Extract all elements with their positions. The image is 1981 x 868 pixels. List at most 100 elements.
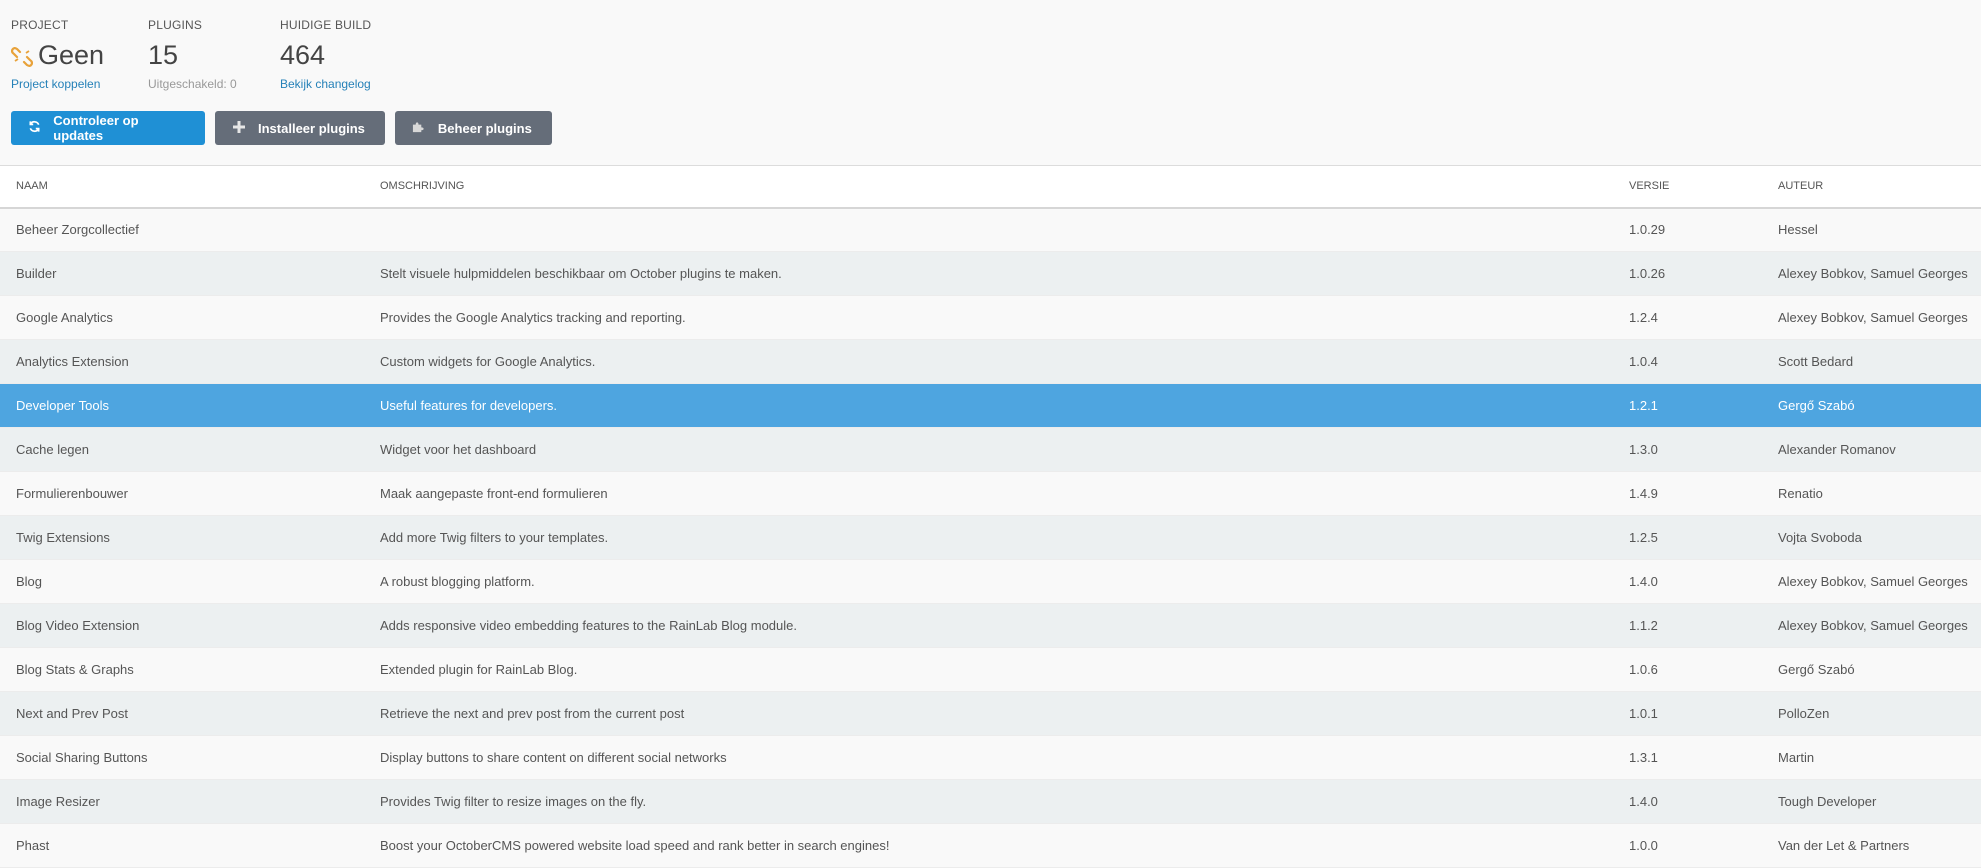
table-row[interactable]: Builder Stelt visuele hulpmiddelen beschi…: [0, 251, 1981, 296]
disabled-count: Uitgeschakeld: 0: [148, 77, 237, 91]
plugin-description-cell: Widget voor het dashboard: [380, 442, 537, 457]
plugin-version-cell: 1.0.29: [1629, 222, 1666, 238]
plugin-author-cell: Martin: [1778, 750, 1815, 765]
plugins-table: NAAM OMSCHRIJVING VERSIE AUTEUR Beheer Z…: [0, 165, 1981, 868]
plugin-author-cell: Alexey Bobkov, Samuel Georges: [1778, 266, 1968, 281]
unlink-icon: [10, 44, 34, 67]
plugin-version-cell: 1.1.2: [1629, 618, 1658, 633]
project-stat: PROJECT Geen Project koppelen: [10, 18, 105, 91]
project-value-wrap: Geen: [10, 40, 105, 70]
plugin-version-cell: 1.4.0: [1629, 574, 1658, 589]
plugin-name-cell: Phast: [16, 838, 50, 853]
puzzle-icon: [412, 120, 426, 136]
table-row[interactable]: Image Resizer Provides Twig filter to res…: [0, 779, 1981, 824]
install-plugins-button[interactable]: Installeer plugins: [215, 111, 385, 145]
table-row[interactable]: Analytics Extension Custom widgets for Go…: [0, 339, 1981, 384]
plugin-author-cell: Scott Bedard: [1778, 354, 1854, 369]
column-name-header[interactable]: NAAM: [0, 166, 379, 208]
plugin-author-cell: Gergő Szabó: [1778, 662, 1855, 677]
table-row[interactable]: Blog Stats & Graphs Extended plugin for R…: [0, 647, 1981, 692]
plugin-description-cell: Extended plugin for RainLab Blog.: [380, 662, 578, 677]
column-author-header[interactable]: AUTEUR: [1777, 166, 1981, 208]
table-row[interactable]: Developer Tools Useful features for devel…: [0, 383, 1981, 428]
plugin-author-cell: Renatio: [1778, 486, 1823, 501]
plugin-description-cell: Boost your OctoberCMS powered website lo…: [380, 838, 890, 853]
plugin-version-cell: 1.0.1: [1629, 706, 1658, 721]
plugin-name-cell: Google Analytics: [16, 310, 113, 325]
plugins-count: 15: [148, 40, 179, 70]
scoreboard: PROJECT Geen Project koppelen PLUGINS 15…: [0, 0, 1981, 165]
plugin-name-cell: Blog Video Extension: [16, 618, 140, 633]
plugin-version-cell: 1.0.0: [1629, 838, 1658, 853]
plugin-version-cell: 1.4.0: [1629, 794, 1658, 809]
check-updates-button[interactable]: Controleer op updates: [11, 111, 205, 145]
plugin-name-cell: Cache legen: [16, 442, 89, 457]
plugin-description-cell: Useful features for developers.: [380, 398, 558, 413]
plugin-author-cell: Tough Developer: [1778, 794, 1877, 809]
table-row[interactable]: Google Analytics Provides the Google Anal…: [0, 295, 1981, 340]
plugin-version-cell: 1.3.0: [1629, 442, 1658, 457]
plugin-version-cell: 1.0.6: [1629, 662, 1658, 677]
plugin-version-cell: 1.3.1: [1629, 750, 1658, 765]
plugin-author-cell: Alexey Bobkov, Samuel Georges: [1778, 310, 1968, 325]
column-description-header[interactable]: OMSCHRIJVING: [379, 166, 1628, 208]
table-row[interactable]: Twig Extensions Add more Twig filters to …: [0, 515, 1981, 560]
table-row[interactable]: Formulierenbouwer Maak aangepaste front-e…: [0, 471, 1981, 516]
plugin-version-cell: 1.4.9: [1629, 486, 1658, 501]
table-row[interactable]: Beheer Zorgcollectief 1.0.29 Hessel: [0, 207, 1981, 252]
plugin-name-cell: Builder: [16, 266, 57, 281]
table-row[interactable]: Blog Video Extension Adds responsive vide…: [0, 603, 1981, 648]
plugins-label: PLUGINS: [148, 18, 203, 32]
plugin-description-cell: Provides Twig filter to resize images on…: [380, 794, 647, 809]
connect-project-link[interactable]: Project koppelen: [11, 77, 104, 91]
plugin-name-cell: Blog Stats & Graphs: [16, 662, 134, 677]
build-number: 464: [280, 40, 326, 70]
manage-plugins-label: Beheer plugins: [437, 120, 532, 136]
plugin-name-cell: Analytics Extension: [16, 354, 129, 369]
table-header-row: NAAM OMSCHRIJVING VERSIE AUTEUR: [0, 165, 1981, 208]
plugin-name-cell: Twig Extensions: [16, 530, 110, 545]
project-label: PROJECT: [11, 18, 69, 32]
plugin-description-cell: Display buttons to share content on diff…: [380, 750, 727, 765]
changelog-link[interactable]: Bekijk changelog: [280, 77, 371, 91]
plugin-author-cell: Hessel: [1778, 222, 1818, 238]
plugin-author-cell: Alexey Bobkov, Samuel Georges: [1778, 574, 1968, 589]
plugin-author-cell: PolloZen: [1778, 706, 1830, 721]
plus-icon: [232, 120, 246, 136]
plugin-author-cell: Vojta Svoboda: [1778, 530, 1862, 545]
manage-plugins-button[interactable]: Beheer plugins: [394, 111, 552, 145]
plugin-description-cell: Adds responsive video embedding features…: [380, 618, 797, 633]
table-row[interactable]: Next and Prev Post Retrieve the next and …: [0, 691, 1981, 736]
plugin-description-cell: Stelt visuele hulpmiddelen beschikbaar o…: [380, 266, 782, 281]
build-label: HUIDIGE BUILD: [280, 18, 372, 32]
plugin-description-cell: Add more Twig filters to your templates.: [380, 530, 609, 545]
plugin-name-cell: Next and Prev Post: [16, 706, 128, 721]
column-version-header[interactable]: VERSIE: [1628, 166, 1777, 208]
plugin-description-cell: A robust blogging platform.: [380, 574, 535, 589]
table-row[interactable]: Phast Boost your OctoberCMS powered websi…: [0, 823, 1981, 868]
plugin-description-cell: [379, 208, 1628, 252]
build-stat: HUIDIGE BUILD 464 Bekijk changelog: [280, 18, 371, 91]
plugin-name-cell: Beheer Zorgcollectief: [16, 222, 139, 238]
table-row[interactable]: Blog A robust blogging platform. 1.4.0 Alex…: [0, 559, 1981, 604]
plugin-description-cell: Retrieve the next and prev post from the…: [380, 706, 685, 721]
plugin-author-cell: Gergő Szabó: [1778, 398, 1855, 413]
plugins-stat: PLUGINS 15 Uitgeschakeld: 0: [148, 18, 237, 91]
install-plugins-label: Installeer plugins: [258, 120, 365, 136]
toolbar: Controleer op updates Installeer plugins…: [11, 111, 552, 145]
plugin-author-cell: Alexander Romanov: [1778, 442, 1896, 457]
table-row[interactable]: Social Sharing Buttons Display buttons to…: [0, 735, 1981, 780]
plugin-name-cell: Developer Tools: [16, 398, 109, 413]
table-row[interactable]: Cache legen Widget voor het dashboard 1.3.…: [0, 427, 1981, 472]
plugin-name-cell: Formulierenbouwer: [16, 486, 128, 501]
plugin-version-cell: 1.2.1: [1629, 398, 1658, 413]
plugin-name-cell: Image Resizer: [16, 794, 100, 809]
plugin-version-cell: 1.0.4: [1629, 354, 1658, 369]
plugin-name-cell: Blog: [16, 574, 43, 589]
plugin-version-cell: 1.0.26: [1629, 266, 1666, 281]
plugin-name-cell: Social Sharing Buttons: [16, 750, 148, 765]
plugin-description-cell: Provides the Google Analytics tracking a…: [380, 310, 686, 325]
plugin-author-cell: Van der Let & Partners: [1778, 838, 1910, 853]
project-value: Geen: [38, 40, 105, 70]
refresh-icon: [28, 120, 41, 136]
